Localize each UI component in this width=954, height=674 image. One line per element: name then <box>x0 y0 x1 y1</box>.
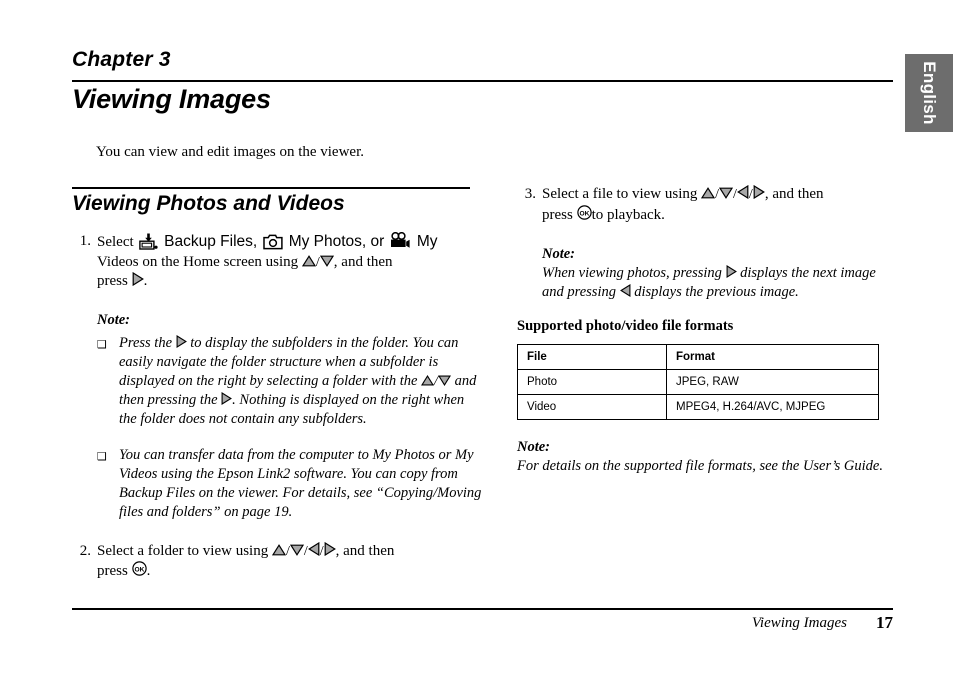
table-note: Note: For details on the supported file … <box>517 438 893 476</box>
svg-text:OK: OK <box>579 210 589 217</box>
step-3-note: Note: When viewing photos, pressing disp… <box>542 245 893 302</box>
right-arrow-key-icon <box>753 185 765 199</box>
section-rule <box>72 187 470 189</box>
note-heading: Note: <box>97 311 131 328</box>
menu-my-photos-label: My Photos, or <box>288 233 385 250</box>
step-3-text: Select a file to view using / / / , and … <box>542 185 893 225</box>
backup-files-icon <box>139 233 159 250</box>
right-arrow-key-icon <box>132 272 144 286</box>
step-3-note-c: displays the previous image. <box>634 284 799 300</box>
cell-format-photo: JPEG, RAW <box>666 369 879 395</box>
svg-text:OK: OK <box>134 566 144 573</box>
page-title: Viewing Images <box>72 84 271 114</box>
cell-file-photo: Photo <box>517 369 667 395</box>
note-bullet-1-a: Press the <box>119 334 173 351</box>
note-heading: Note: <box>517 439 551 455</box>
down-arrow-key-icon <box>289 544 304 556</box>
step-1-note: Note: ❑ Press the to display the subfold… <box>97 311 482 522</box>
step-3-line2-end: to playback. <box>591 206 665 223</box>
down-arrow-key-icon <box>319 255 334 267</box>
step-3: 3. Select a file to view using / / / , a… <box>517 185 893 225</box>
step-3-lead: Select a file to view using <box>542 186 698 202</box>
right-arrow-key-icon <box>324 541 336 556</box>
table-header-row: File Format <box>517 344 879 370</box>
right-arrow-key-icon <box>726 265 737 278</box>
note-bullet-2-text: You can transfer data from the computer … <box>119 446 482 520</box>
step-1-lead: Select <box>97 234 134 250</box>
supported-formats-table: File Format Photo JPEG, RAW Video MPEG4,… <box>517 344 879 420</box>
step-1: 1. Select Backup Files, My Photos, or My… <box>72 232 482 292</box>
language-tab: English <box>905 54 953 132</box>
footer-rule <box>72 608 893 610</box>
language-tab-label: English <box>920 61 939 125</box>
step-2-tail: , and then <box>335 542 395 559</box>
note-bullet-2: ❑ You can transfer data from the compute… <box>97 446 482 522</box>
step-1-line2: Videos on the Home screen using <box>97 253 299 270</box>
square-bullet-icon: ❑ <box>97 337 107 351</box>
right-arrow-key-icon <box>221 391 233 405</box>
step-1-number: 1. <box>79 233 91 249</box>
step-2-text: Select a folder to view using / / / , an… <box>97 541 482 582</box>
table-note-body: For details on the supported file format… <box>517 458 883 474</box>
menu-backup-files-label: Backup Files, <box>164 233 258 250</box>
column-header-format: Format <box>666 344 879 370</box>
down-arrow-key-icon <box>719 187 734 199</box>
step-2-line2-end: . <box>146 563 151 579</box>
step-1-line3-end: . <box>143 273 148 289</box>
cell-format-video: MPEG4, H.264/AVC, MJPEG <box>666 394 879 420</box>
step-1-line2-end: , and then <box>333 253 393 270</box>
step-1-line3: press <box>97 273 128 289</box>
cell-file-video: Video <box>517 394 667 420</box>
right-arrow-key-icon <box>176 334 187 348</box>
menu-my-videos-label: My <box>416 233 438 250</box>
note-heading: Note: <box>542 246 576 262</box>
document-page: English Chapter 3 Viewing Images You can… <box>0 0 954 674</box>
down-arrow-key-icon <box>437 375 451 386</box>
up-arrow-key-icon <box>421 374 435 386</box>
ok-button-icon: OK <box>131 561 147 576</box>
left-arrow-key-icon <box>619 284 631 297</box>
ok-button-icon: OK <box>576 204 592 220</box>
step-3-number: 3. <box>524 186 536 202</box>
left-column: 1. Select Backup Files, My Photos, or My… <box>72 232 482 582</box>
left-arrow-key-icon <box>736 185 749 199</box>
right-column: 3. Select a file to view using / / / , a… <box>517 185 893 476</box>
table-row: Photo JPEG, RAW <box>517 369 879 395</box>
column-header-file: File <box>517 344 667 370</box>
square-bullet-icon: ❑ <box>97 449 107 463</box>
step-2: 2. Select a folder to view using / / / ,… <box>72 541 482 582</box>
step-3-tail: , and then <box>764 186 824 202</box>
step-2-lead: Select a folder to view using <box>97 542 269 559</box>
left-arrow-key-icon <box>307 541 320 556</box>
step-2-number: 2. <box>79 542 91 559</box>
up-arrow-key-icon <box>701 187 716 199</box>
footer-page-number: 17 <box>876 613 893 632</box>
step-3-line2: press <box>542 206 573 223</box>
up-arrow-key-icon <box>301 254 316 267</box>
chapter-rule <box>72 80 893 82</box>
step-3-note-body: When viewing photos, pressing displays t… <box>542 264 893 302</box>
chapter-label: Chapter 3 <box>72 48 171 71</box>
camera-icon <box>263 234 283 250</box>
video-camera-icon <box>390 232 411 250</box>
note-bullet-1: ❑ Press the to display the subfolders in… <box>97 334 482 429</box>
step-2-line2: press <box>97 563 128 579</box>
intro-paragraph: You can view and edit images on the view… <box>96 144 365 160</box>
up-arrow-key-icon <box>271 543 286 556</box>
step-1-text: Select Backup Files, My Photos, or My Vi… <box>97 232 482 292</box>
note-bullet-list: ❑ Press the to display the subfolders in… <box>97 334 482 522</box>
formats-subheading: Supported photo/video file formats <box>517 318 734 334</box>
section-title: Viewing Photos and Videos <box>72 192 345 215</box>
step-3-note-a: When viewing photos, pressing <box>542 265 722 281</box>
table-row: Video MPEG4, H.264/AVC, MJPEG <box>517 394 879 420</box>
